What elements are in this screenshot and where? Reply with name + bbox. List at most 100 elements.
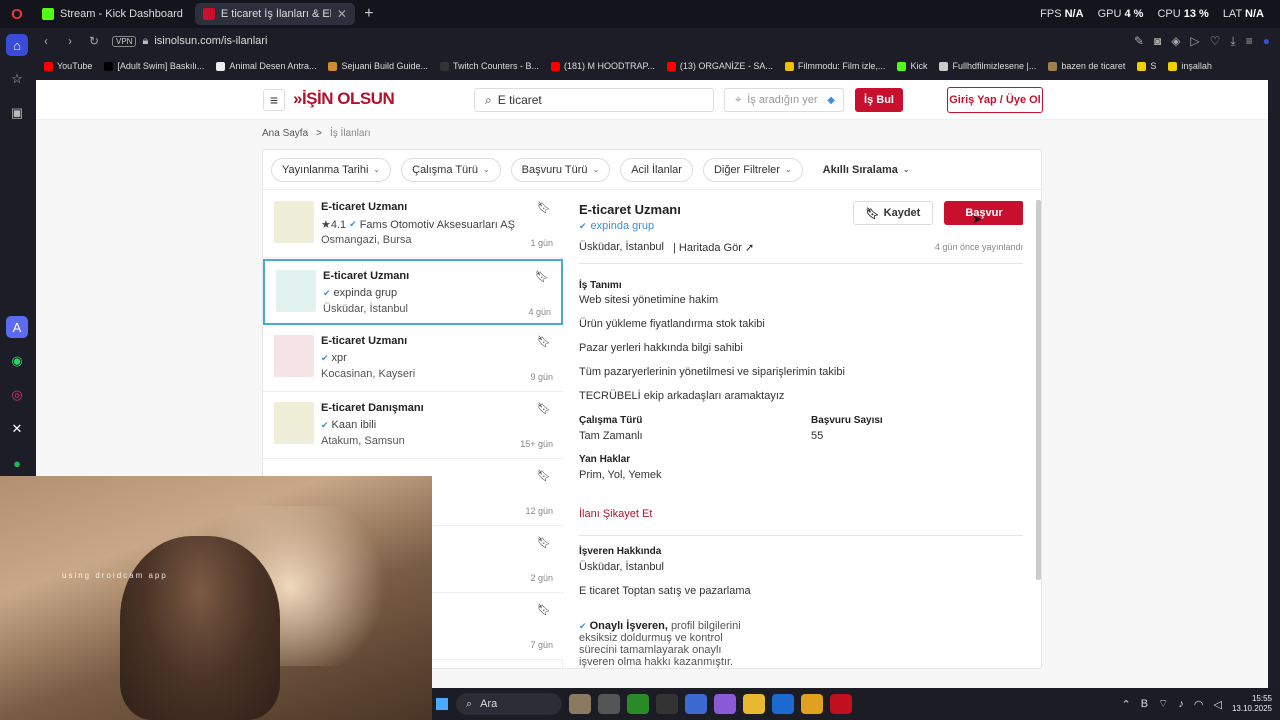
filter-application-type[interactable]: Başvuru Türü ⌄ — [510, 157, 611, 182]
new-tab-icon[interactable]: + — [359, 5, 379, 23]
apply-button[interactable]: Başvur — [944, 201, 1023, 225]
opera-icon[interactable] — [830, 694, 852, 714]
vpn-badge[interactable]: VPN — [112, 35, 137, 47]
breadcrumb-current: İş İlanları — [330, 128, 371, 139]
bookmark-item[interactable]: Kick — [897, 61, 927, 71]
search-input[interactable]: ⌕ E ticaret — [474, 88, 714, 112]
job-card[interactable]: E-ticaret Uzmanı ★4.1 ✔ Fams Otomotiv Akses… — [263, 192, 563, 258]
bookmark-icon[interactable]: 🔖︎ — [537, 603, 551, 616]
bookmark-icon[interactable]: 🔖︎ — [537, 402, 551, 415]
bookmark-item[interactable]: [Adult Swim] Baskılı... — [104, 61, 204, 71]
tab-kick-dashboard[interactable]: Stream - Kick Dashboard — [34, 3, 191, 25]
location-input[interactable]: ⌖ İş aradığın yer ◆ — [724, 88, 844, 112]
wallet-icon[interactable]: ▣ — [6, 102, 28, 124]
breadcrumb-home[interactable]: Ana Sayfa — [262, 128, 308, 139]
bookmark-label: inşallah — [1181, 61, 1212, 71]
job-card[interactable]: E-ticaret Danışmanı ✔ Kaan ibili Atakum, Sa… — [263, 393, 563, 459]
play-icon[interactable]: ▷ — [1190, 34, 1199, 48]
bookmark-label: (181) M HOODTRAP... — [564, 61, 655, 71]
app-tray-icon[interactable]: B — [1141, 698, 1148, 710]
bookmark-icon[interactable]: 🔖︎ — [537, 469, 551, 482]
find-job-button[interactable]: İş Bul — [855, 88, 903, 112]
download-icon[interactable]: ⤓ — [1230, 34, 1235, 49]
steam-icon[interactable] — [656, 694, 678, 714]
login-button[interactable]: Giriş Yap / Üye Ol — [947, 87, 1043, 113]
bookmark-item[interactable]: Twitch Counters - B... — [440, 61, 539, 71]
volume-icon[interactable]: ◁ — [1213, 698, 1221, 711]
edit-icon[interactable]: ✎ — [1134, 34, 1144, 48]
filter-work-type[interactable]: Çalışma Türü ⌄ — [401, 157, 501, 182]
bookmark-icon[interactable]: 🔖︎ — [535, 270, 549, 283]
detail-company[interactable]: ✔ expinda grup — [579, 220, 654, 232]
bookmark-item[interactable]: S — [1137, 61, 1156, 71]
explorer-icon[interactable] — [743, 694, 765, 714]
bookmark-item[interactable]: (181) M HOODTRAP... — [551, 61, 655, 71]
heart-icon[interactable]: ♡ — [1210, 34, 1221, 48]
taskbar-search[interactable]: ⌕ Ara — [456, 693, 562, 715]
clock[interactable]: 15:55 13.10.2025 — [1232, 694, 1272, 714]
filter-publish-date[interactable]: Yayınlanma Tarihi ⌄ — [271, 157, 392, 182]
spotify-icon[interactable]: ● — [6, 452, 28, 474]
divider — [579, 535, 1023, 536]
copilot-icon[interactable] — [714, 694, 736, 714]
bookmark-item[interactable]: Fullhdfilmizlesene |... — [939, 61, 1036, 71]
chrome-icon[interactable] — [801, 694, 823, 714]
url-field[interactable]: isinolsun.com/is-ilanlari — [154, 35, 267, 47]
aria-icon[interactable]: A — [6, 316, 28, 338]
forward-icon[interactable]: › — [58, 34, 82, 48]
widgets-icon[interactable] — [569, 694, 591, 714]
close-icon[interactable]: ✕ — [337, 7, 347, 21]
bookmark-item[interactable]: YouTube — [44, 61, 92, 71]
bookmark-item[interactable]: (13) ORGANİZE - SA... — [666, 61, 773, 71]
bookmark-item[interactable]: Animal Desen Antra... — [216, 61, 316, 71]
instagram-icon[interactable]: ◎ — [6, 384, 28, 406]
filter-other[interactable]: Diğer Filtreler ⌄ — [702, 157, 803, 182]
bookmark-item[interactable]: bazen de ticaret — [1048, 61, 1125, 71]
locate-icon[interactable]: ◆ — [827, 95, 835, 106]
bookmark-item[interactable]: Filmmodu: Film izle,... — [784, 61, 885, 71]
windows-start-icon[interactable] — [436, 698, 448, 710]
tab-isinolsun[interactable]: E ticaret İş İlanları & Elem ✕ — [194, 3, 355, 25]
bookmark-label: Fullhdfilmizlesene |... — [952, 61, 1037, 71]
isinolsun-icon — [202, 8, 215, 20]
menu-icon[interactable]: ≡ — [1246, 34, 1253, 48]
whatsapp-icon[interactable]: ◉ — [6, 350, 28, 372]
report-link[interactable]: İlanı Şikayet Et — [579, 508, 652, 520]
bookmark-icon[interactable]: 🔖︎ — [537, 335, 551, 348]
job-card[interactable]: E-ticaret Uzmanı ✔ expinda grup Üsküdar, İs… — [263, 259, 563, 325]
mic-icon[interactable]: ♪ — [1178, 698, 1184, 710]
bookmark-favicon-icon — [440, 61, 450, 71]
back-icon[interactable]: ‹ — [34, 34, 58, 48]
shield-icon[interactable]: ◈ — [1171, 34, 1180, 48]
filter-urgent[interactable]: Acil İlanlar — [620, 157, 693, 182]
bookmark-item[interactable]: inşallah — [1168, 61, 1212, 71]
camera-icon[interactable]: ◙ — [1154, 34, 1161, 48]
chevron-up-icon[interactable]: ⌃ — [1121, 698, 1130, 711]
bookmark-item[interactable]: Sejuani Build Guide... — [328, 61, 428, 71]
employer-heading: İşveren Hakkında — [579, 546, 662, 557]
xbox-icon[interactable] — [627, 694, 649, 714]
site-logo[interactable]: »İŞİN OLSUN — [293, 89, 395, 109]
scrollbar[interactable] — [1036, 200, 1041, 580]
bookmark-icon[interactable]: 🔖︎ — [537, 201, 551, 214]
opera-logo-icon[interactable]: O — [0, 0, 34, 28]
sort-dropdown[interactable]: Akıllı Sıralama ⌄ — [813, 158, 920, 182]
fps-stat: FPS N/A — [1040, 8, 1084, 20]
wifi-icon[interactable]: ◠ — [1194, 698, 1204, 711]
outlook-icon[interactable] — [772, 694, 794, 714]
save-button[interactable]: 🔖︎ Kaydet — [853, 201, 933, 225]
home-icon[interactable]: ⌂ — [6, 34, 28, 56]
map-link[interactable]: | Haritada Gör ➚ — [673, 241, 754, 254]
store-icon[interactable] — [685, 694, 707, 714]
job-card[interactable]: E-ticaret Uzmanı ✔ xpr Kocasinan, Kayseri 9 … — [263, 326, 563, 392]
x-icon[interactable]: ✕ — [6, 418, 28, 440]
work-type-value: Tam Zamanlı — [579, 430, 643, 442]
network-icon[interactable]: ⌔ — [1158, 697, 1168, 711]
profile-icon[interactable]: ● — [1263, 34, 1270, 48]
chevron-down-icon: ⌄ — [373, 165, 381, 174]
star-icon[interactable]: ☆ — [6, 68, 28, 90]
bookmark-icon[interactable]: 🔖︎ — [537, 536, 551, 549]
task-view-icon[interactable] — [598, 694, 620, 714]
reload-icon[interactable]: ↻ — [82, 34, 106, 48]
hamburger-menu-icon[interactable]: ≡ — [263, 89, 285, 111]
